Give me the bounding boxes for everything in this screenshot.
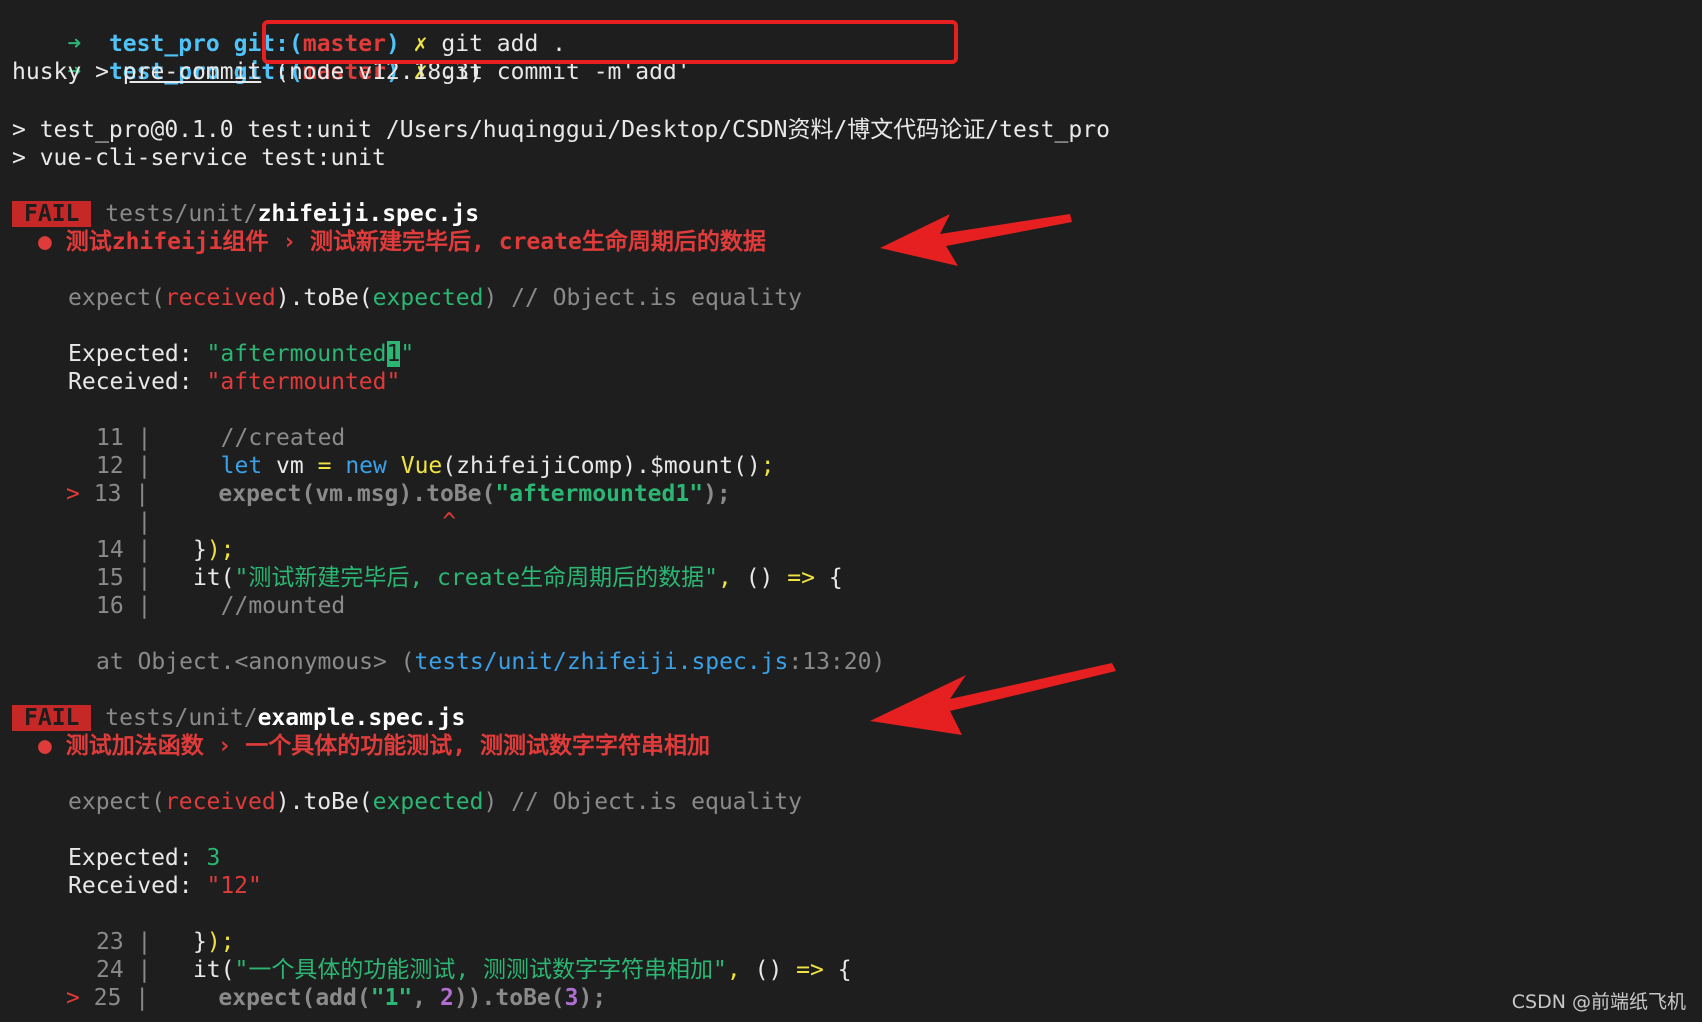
bullet-icon: ● xyxy=(38,733,52,759)
suite-2-expected: Expected: 3 xyxy=(68,845,221,871)
watermark: CSDN @前端纸飞机 xyxy=(1511,991,1686,1013)
stack-trace: at Object.<anonymous> (tests/unit/zhifei… xyxy=(96,649,886,675)
code-line-13: > 13 | expect(vm.msg).toBe("aftermounted… xyxy=(66,481,731,507)
stack-trace-path[interactable]: tests/unit/zhifeiji.spec.js xyxy=(415,649,789,675)
code-line-23: 23 | }); xyxy=(96,929,235,955)
suite-1-received: Received: "aftermounted" xyxy=(68,369,401,395)
suite-1-expect-line: expect(received).toBe(expected) // Objec… xyxy=(68,285,802,311)
code-line-25: > 25 | expect(add("1", 2)).toBe(3); xyxy=(66,985,607,1011)
fail-badge: FAIL xyxy=(12,705,92,731)
hook-name: pre-commit xyxy=(122,59,262,85)
annotation-highlight-box xyxy=(262,20,958,64)
suite-2-header: FAIL tests/unit/example.spec.js xyxy=(12,704,465,732)
suite-2-received: Received: "12" xyxy=(68,873,262,899)
npm-command-line: > vue-cli-service test:unit xyxy=(12,145,386,171)
caret-marker: ^ xyxy=(442,509,457,535)
suite-1-expected: Expected: "aftermounted1" xyxy=(68,341,415,367)
annotation-arrow-icon xyxy=(880,214,1072,266)
suite-2-test-title: ● 测试加法函数 › 一个具体的功能测试, 测测试数字字符串相加 xyxy=(38,733,710,759)
terminal-window[interactable]: ➜ test_pro git:(master) ✗ git add . ➜ te… xyxy=(0,0,1702,1022)
suite-2-file: example.spec.js xyxy=(257,705,466,731)
code-line-24: 24 | it("一个具体的功能测试, 测测试数字字符串相加", () => { xyxy=(96,957,852,983)
code-line-15: 15 | it("测试新建完毕后, create生命周期后的数据", () =>… xyxy=(96,565,843,591)
suite-1-test-title: ● 测试zhifeiji组件 › 测试新建完毕后, create生命周期后的数据 xyxy=(38,229,766,255)
code-line-14: 14 | }); xyxy=(96,537,235,563)
suite-1-header: FAIL tests/unit/zhifeiji.spec.js xyxy=(12,200,479,228)
code-line-11: 11 | //created xyxy=(96,425,346,451)
npm-script-line: > test_pro@0.1.0 test:unit /Users/huqing… xyxy=(12,117,1110,143)
bullet-icon: ● xyxy=(38,229,52,255)
suite-2-expect-line: expect(received).toBe(expected) // Objec… xyxy=(68,789,802,815)
fail-badge: FAIL xyxy=(12,201,92,227)
suite-1-file: zhifeiji.spec.js xyxy=(257,201,480,227)
diff-highlight: 1 xyxy=(386,341,401,367)
code-line-12: 12 | let vm = new Vue(zhifeijiComp).$mou… xyxy=(96,453,775,479)
code-line-16: 16 | //mounted xyxy=(96,593,346,619)
annotation-arrow-icon xyxy=(870,663,1116,735)
error-marker: > xyxy=(66,481,80,507)
code-caret-line: | ^ xyxy=(96,509,457,535)
code-comment: //created xyxy=(220,425,346,451)
